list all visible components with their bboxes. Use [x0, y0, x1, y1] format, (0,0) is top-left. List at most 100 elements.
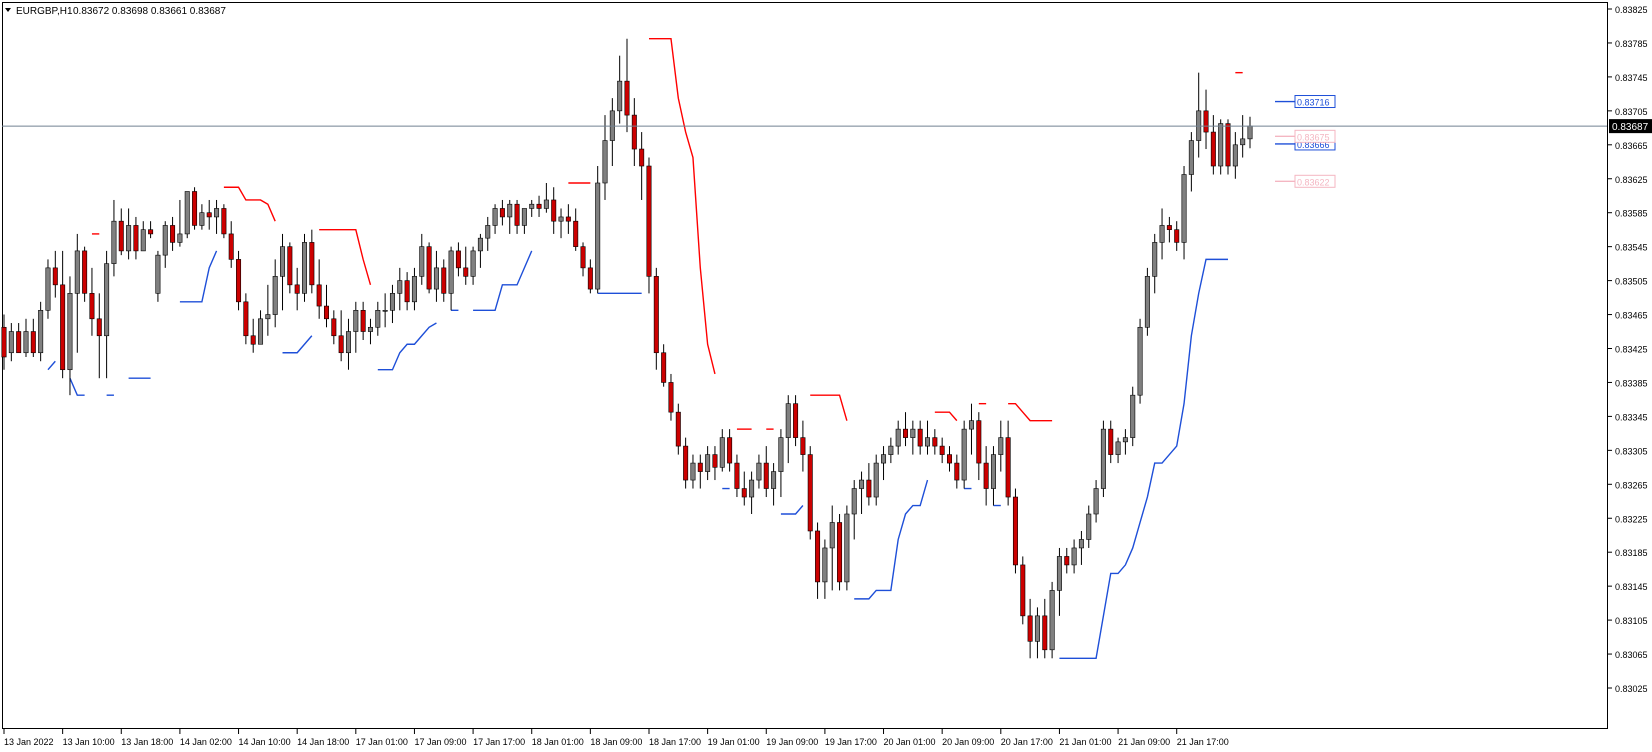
bull-candle-body [749, 479, 755, 498]
bull-candle-body [1086, 513, 1092, 540]
bull-candle-body [873, 462, 879, 498]
bear-candle-body [807, 454, 813, 532]
y-tick-label: 0.83745 [1615, 73, 1648, 83]
bull-candle-body [1078, 539, 1084, 549]
bull-candle-body [705, 454, 711, 472]
faded-level-label: 0.83622 [1297, 177, 1330, 187]
candle [1020, 556, 1026, 625]
candle [184, 191, 190, 239]
bull-candle-body [1144, 276, 1150, 328]
bear-candle-body [338, 335, 344, 354]
price-chart[interactable]: 0.837160.836660.836220.83675 0.838250.83… [0, 0, 1652, 752]
bull-candle-body [177, 233, 183, 243]
bear-candle-body [133, 225, 139, 252]
bull-candle-body [756, 462, 762, 481]
bull-candle-body [1218, 123, 1224, 167]
bull-candle-body [1137, 326, 1143, 396]
bear-candle-body [1108, 428, 1114, 455]
bull-candle-body [543, 199, 549, 209]
bear-candle-body [917, 428, 923, 447]
bull-candle-body [411, 276, 417, 303]
y-tick-label: 0.83825 [1615, 5, 1648, 15]
x-tick-label: 14 Jan 02:00 [180, 737, 232, 747]
bull-candle-body [1247, 125, 1253, 140]
candle [646, 157, 652, 294]
bear-candle-body [316, 284, 322, 307]
y-tick-label: 0.83585 [1615, 209, 1648, 219]
x-tick-label: 13 Jan 10:00 [63, 737, 115, 747]
bear-candle-body [1225, 123, 1231, 167]
bull-candle-body [419, 246, 425, 277]
candle [1225, 119, 1231, 175]
bear-candle-body [236, 259, 242, 303]
bull-candle-body [602, 140, 608, 184]
bull-candle-body [140, 229, 146, 252]
bear-candle-body [976, 420, 982, 464]
y-tick-label: 0.83505 [1615, 277, 1648, 287]
bear-candle-body [1012, 496, 1018, 566]
x-tick-label: 17 Jan 09:00 [414, 737, 466, 747]
bear-candle-body [573, 220, 579, 247]
bear-candle-body [631, 114, 637, 150]
bear-candle-body [170, 225, 176, 243]
bear-candle-body [309, 242, 315, 286]
bear-candle-body [815, 530, 821, 583]
bull-candle-body [925, 437, 931, 447]
candle [221, 204, 227, 239]
bull-candle-body [690, 462, 696, 481]
candle [192, 187, 198, 230]
bear-candle-body [192, 191, 198, 226]
bull-candle-body [214, 208, 220, 218]
bear-candle-body [587, 267, 593, 290]
bear-candle-body [148, 229, 154, 235]
bull-candle-body [382, 310, 388, 312]
y-tick-label: 0.83185 [1615, 548, 1648, 558]
bear-candle-body [1027, 615, 1033, 642]
y-tick-label: 0.83265 [1615, 480, 1648, 490]
bull-candle-body [822, 547, 828, 583]
y-tick-label: 0.83025 [1615, 684, 1648, 694]
bull-candle-body [961, 428, 967, 481]
bear-candle-body [741, 488, 747, 498]
bear-candle-body [404, 280, 410, 303]
x-tick-label: 13 Jan 18:00 [121, 737, 173, 747]
candle [807, 446, 813, 540]
bear-candle-body [426, 246, 432, 290]
bear-candle-body [1005, 437, 1011, 498]
bull-candle-body [1049, 590, 1055, 651]
bull-candle-body [859, 479, 865, 489]
ohlc-readout: 0.83672 0.83698 0.83661 0.83687 [73, 6, 226, 17]
bull-candle-body [1071, 547, 1077, 566]
bull-candle-body [375, 310, 381, 328]
bear-candle-body [639, 148, 645, 167]
bull-candle-body [1152, 242, 1158, 277]
bear-candle-body [793, 403, 799, 438]
y-tick-label: 0.83145 [1615, 582, 1648, 592]
candle [1218, 119, 1224, 175]
y-tick-label: 0.83385 [1615, 378, 1648, 388]
candle [837, 514, 843, 591]
bull-candle-body [470, 250, 476, 277]
candle [1144, 267, 1150, 336]
bull-candle-body [844, 513, 850, 583]
bull-candle-body [280, 246, 286, 277]
x-tick-label: 17 Jan 17:00 [473, 737, 525, 747]
x-tick-label: 19 Jan 01:00 [708, 737, 760, 747]
bear-candle-body [624, 80, 630, 116]
bull-candle-body [1034, 615, 1040, 642]
x-tick-label: 19 Jan 09:00 [766, 737, 818, 747]
bear-candle-body [1042, 615, 1048, 651]
bear-candle-body [646, 165, 652, 277]
bull-candle-body [998, 437, 1004, 455]
bull-candle-body [1232, 144, 1238, 167]
bull-candle-body [968, 420, 974, 430]
y-tick-label: 0.83305 [1615, 446, 1648, 456]
bull-candle-body [265, 314, 271, 320]
bull-candle-body [184, 191, 190, 235]
y-tick-label: 0.83425 [1615, 345, 1648, 355]
bull-candle-body [397, 280, 403, 294]
bear-candle-body [1174, 229, 1180, 243]
bull-candle-body [126, 225, 132, 252]
bull-candle-body [302, 242, 308, 294]
x-tick-label: 18 Jan 09:00 [590, 737, 642, 747]
